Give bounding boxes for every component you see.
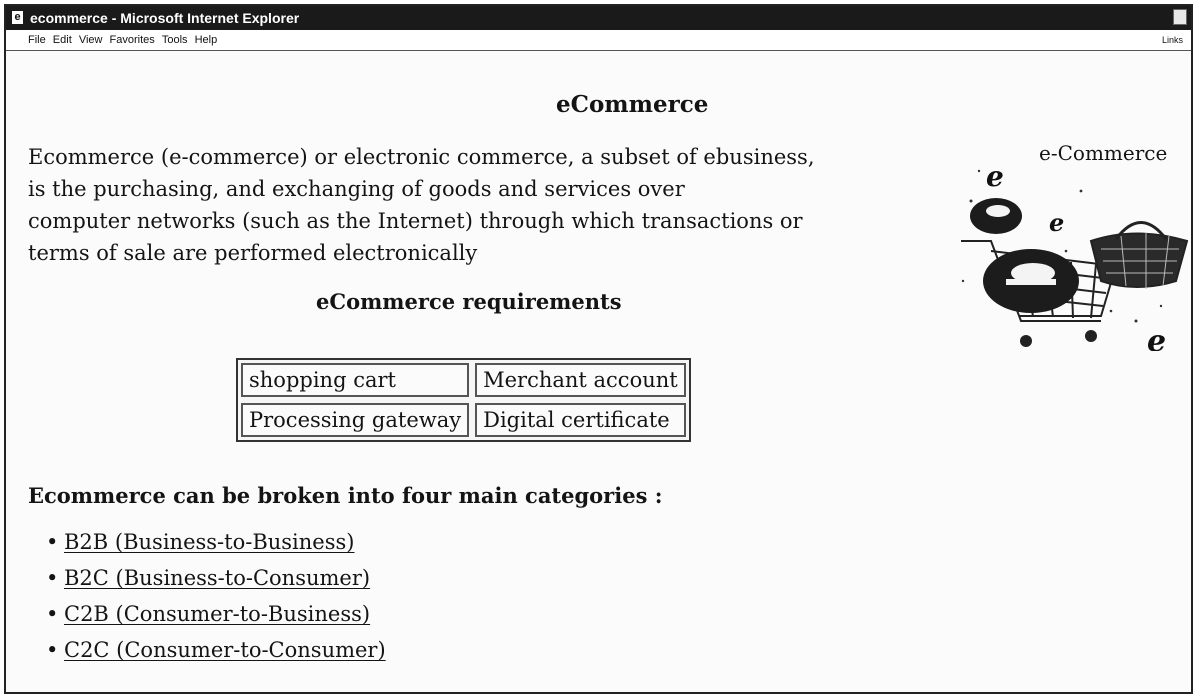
title-bar[interactable]: e ecommerce - Microsoft Internet Explore… (6, 6, 1191, 30)
menu-file[interactable]: File (26, 30, 48, 50)
bullet-icon: • (46, 530, 59, 554)
page-content: eCommerce Ecommerce (e-commerce) or elec… (6, 51, 1191, 692)
window-control-button[interactable] (1173, 9, 1187, 25)
intro-paragraph: Ecommerce (e-commerce) or electronic com… (28, 141, 958, 269)
list-item: • C2B (Consumer-to-Business) (46, 598, 386, 634)
list-item: • B2C (Business-to-Consumer) (46, 562, 386, 598)
bullet-icon: • (46, 566, 59, 590)
svg-text:e: e (986, 160, 1004, 193)
page-title: eCommerce (556, 91, 709, 118)
bullet-icon: • (46, 638, 59, 662)
menu-edit[interactable]: Edit (51, 30, 74, 50)
category-link-c2b[interactable]: C2B (Consumer-to-Business) (64, 602, 370, 626)
intro-line: is the purchasing, and exchanging of goo… (28, 177, 685, 201)
ie-icon: e (12, 11, 23, 24)
list-item: • B2B (Business-to-Business) (46, 526, 386, 562)
shopping-cart-with-e-logos-icon: e e e (961, 160, 1189, 351)
svg-text:e: e (1147, 324, 1166, 351)
menu-favorites[interactable]: Favorites (108, 30, 157, 50)
category-link-b2b[interactable]: B2B (Business-to-Business) (64, 530, 354, 554)
menu-help[interactable]: Help (193, 30, 220, 50)
requirement-cell: Processing gateway (241, 403, 470, 437)
requirements-title: eCommerce requirements (316, 289, 622, 314)
categories-title: Ecommerce can be broken into four main c… (28, 483, 663, 508)
menu-bar: File Edit View Favorites Tools Help Link… (6, 30, 1191, 51)
browser-window: e ecommerce - Microsoft Internet Explore… (4, 4, 1193, 694)
category-link-c2c[interactable]: C2C (Consumer-to-Consumer) (64, 638, 386, 662)
menu-view[interactable]: View (77, 30, 105, 50)
svg-text:e: e (1049, 208, 1064, 237)
list-item: • C2C (Consumer-to-Consumer) (46, 634, 386, 670)
intro-line: terms of sale are performed electronical… (28, 241, 478, 265)
intro-line: computer networks (such as the Internet)… (28, 209, 803, 233)
requirement-cell: shopping cart (241, 363, 470, 397)
category-link-b2c[interactable]: B2C (Business-to-Consumer) (64, 566, 370, 590)
intro-line: Ecommerce (e-commerce) or electronic com… (28, 145, 815, 169)
requirement-cell: Digital certificate (475, 403, 686, 437)
links-toolbar[interactable]: Links (1162, 30, 1183, 50)
requirement-cell: Merchant account (475, 363, 686, 397)
menu-tools[interactable]: Tools (160, 30, 190, 50)
window-title: ecommerce - Microsoft Internet Explorer (30, 10, 300, 26)
requirements-table: shopping cart Merchant account Processin… (236, 358, 691, 442)
categories-list: • B2B (Business-to-Business) • B2C (Busine… (46, 526, 386, 670)
bullet-icon: • (46, 602, 59, 626)
